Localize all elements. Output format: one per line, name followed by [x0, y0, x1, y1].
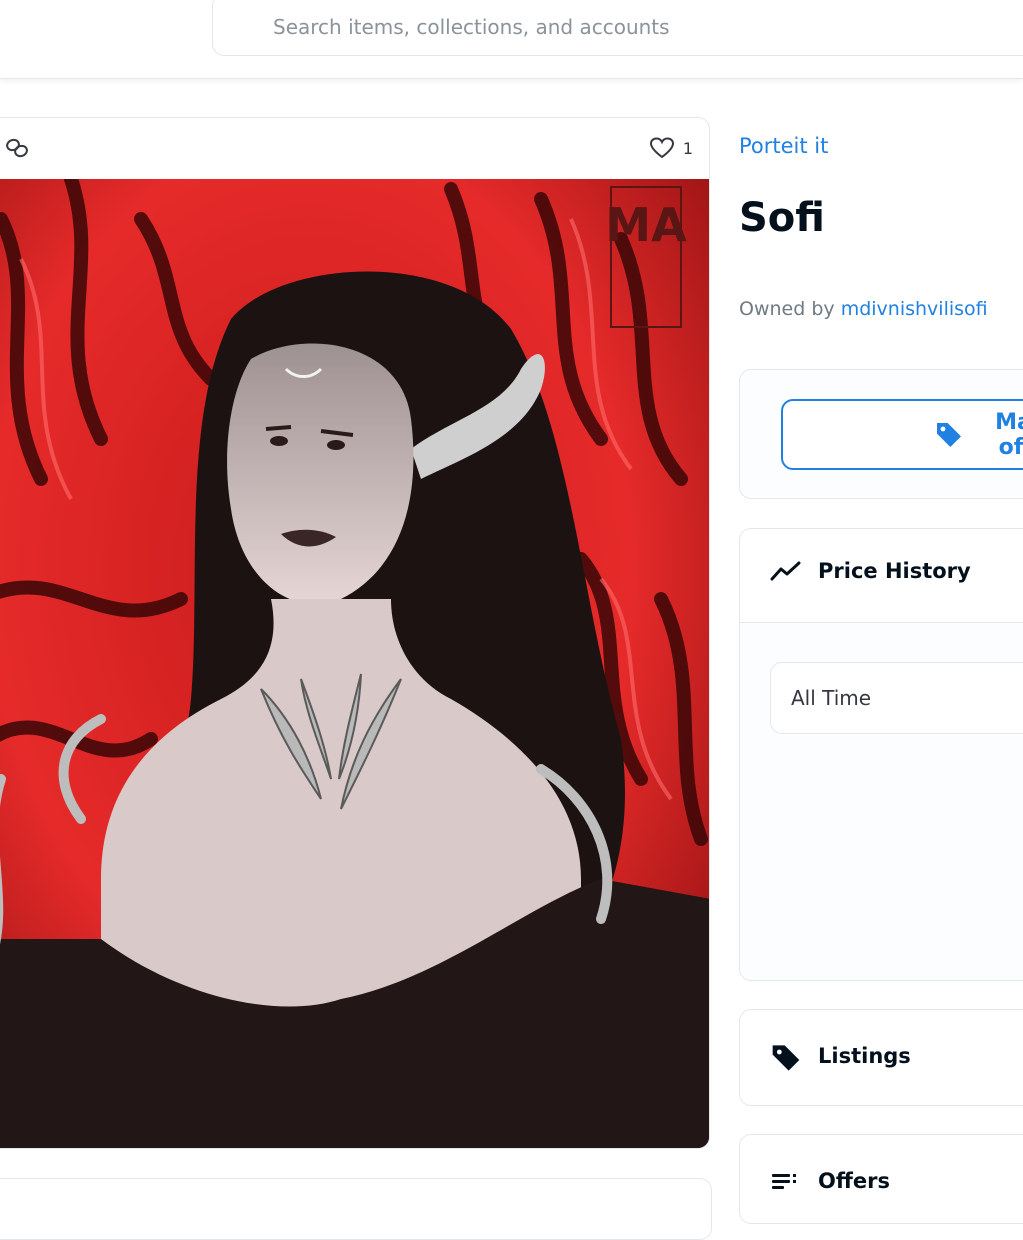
svg-text:MA: MA	[605, 198, 687, 252]
price-history-panel: Price History All Time	[739, 528, 1023, 981]
item-card-header: 1	[0, 118, 709, 180]
heart-icon	[649, 137, 674, 159]
search-input[interactable]	[271, 7, 995, 47]
item-details-card	[0, 1178, 712, 1240]
chain-icon	[6, 138, 28, 158]
trending-icon	[770, 561, 801, 581]
offers-panel[interactable]: Offers	[739, 1134, 1023, 1224]
list-icon	[772, 1174, 796, 1189]
make-offer-button[interactable]: Make offer	[781, 399, 1023, 470]
item-image-card: 1 MA	[0, 117, 710, 1149]
owner-line: Owned by mdivnishvilisofi	[739, 298, 988, 320]
item-title: Sofi	[739, 195, 825, 241]
owner-link[interactable]: mdivnishvilisofi	[841, 298, 988, 320]
price-history-title: Price History	[818, 559, 971, 583]
listings-panel[interactable]: Listings	[739, 1009, 1023, 1106]
tag-icon	[937, 422, 961, 447]
time-filter-select[interactable]: All Time	[770, 662, 1023, 734]
actions-panel: Make offer	[739, 369, 1023, 499]
time-filter-value: All Time	[791, 686, 872, 710]
price-history-header[interactable]: Price History	[740, 529, 1023, 623]
search-bar[interactable]	[212, 0, 1023, 56]
tag-icon	[772, 1045, 800, 1071]
favorite-count: 1	[682, 138, 693, 158]
owned-by-label: Owned by	[739, 298, 835, 320]
listings-title: Listings	[818, 1044, 911, 1068]
make-offer-label: Make offer	[995, 409, 1023, 460]
offers-title: Offers	[818, 1169, 890, 1193]
collection-link[interactable]: Porteit it	[739, 134, 828, 158]
nft-artwork-image[interactable]: MA	[0, 179, 710, 1149]
favorite-button[interactable]: 1	[649, 134, 693, 162]
top-navbar	[0, 0, 1023, 79]
